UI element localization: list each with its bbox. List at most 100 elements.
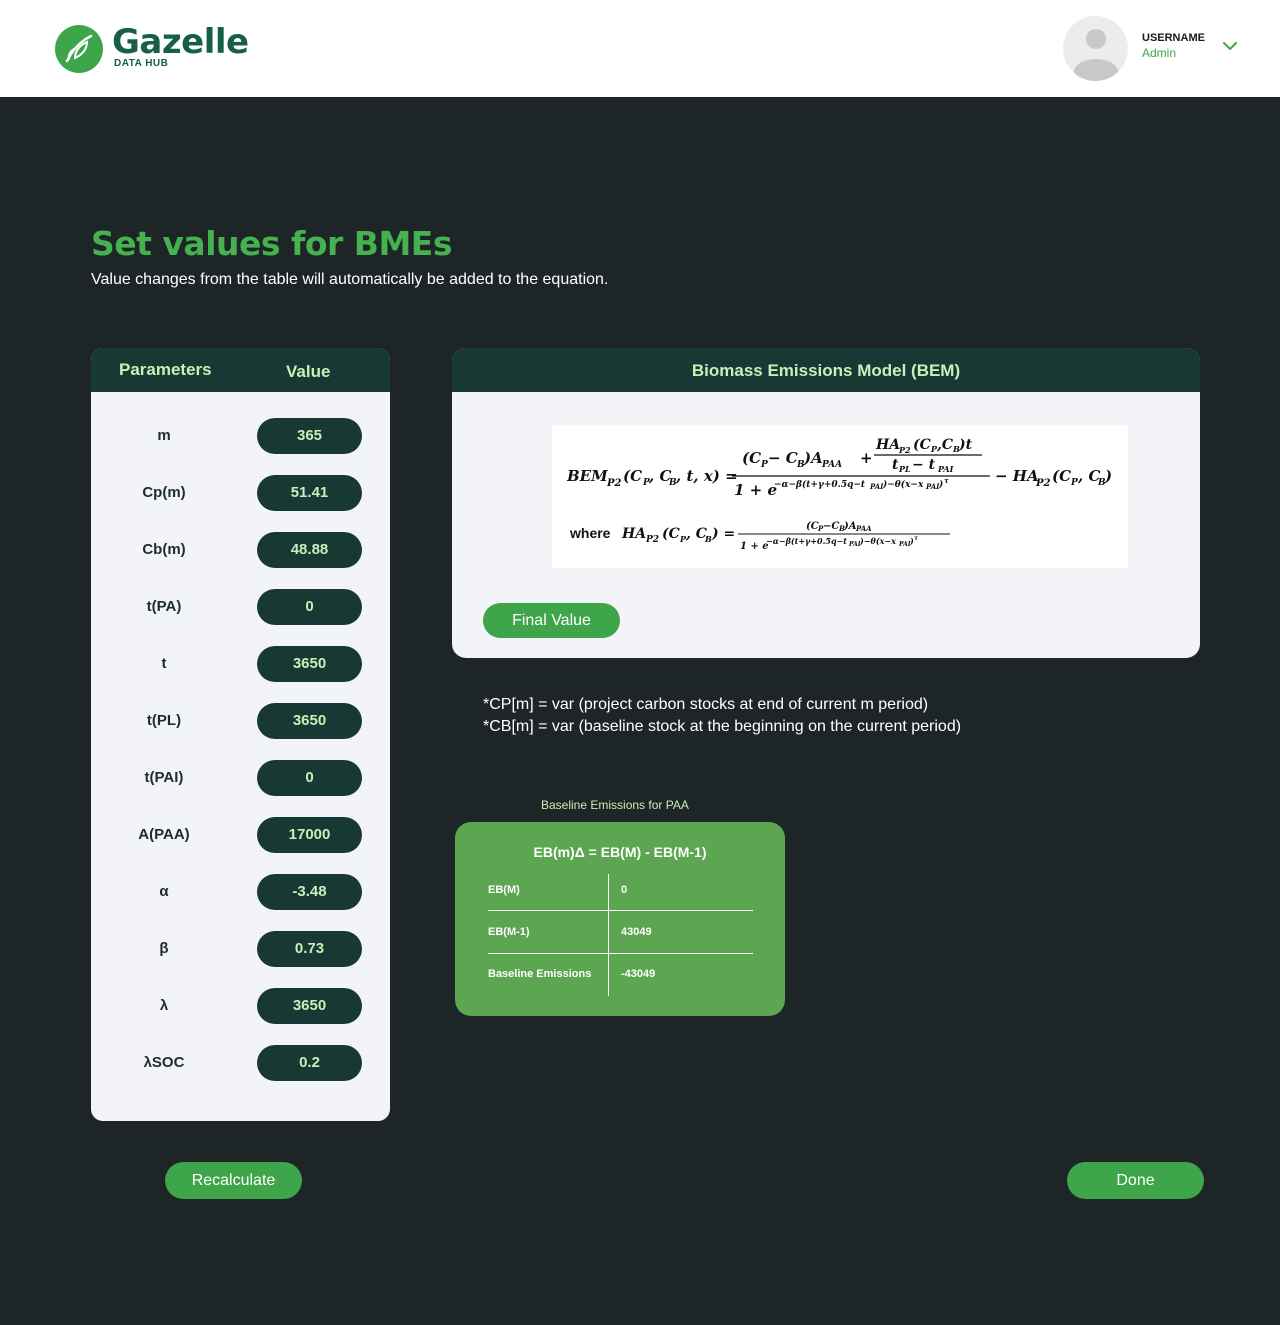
- parameter-row: m 365: [91, 418, 390, 454]
- parameter-row: λSOC 0.2: [91, 1045, 390, 1081]
- parameter-value-input[interactable]: 0.73: [257, 931, 362, 967]
- svg-text:BEM: BEM: [566, 467, 608, 485]
- parameter-value-input[interactable]: 3650: [257, 988, 362, 1024]
- table-divider-horizontal: [488, 910, 753, 911]
- parameter-value-input[interactable]: -3.48: [257, 874, 362, 910]
- svg-text:(C: (C: [662, 526, 680, 542]
- parameter-value-input[interactable]: 51.41: [257, 475, 362, 511]
- svg-text:(C: (C: [1052, 467, 1071, 485]
- parameter-label: t(PA): [146, 598, 182, 615]
- recalculate-button[interactable]: Recalculate: [165, 1162, 302, 1199]
- parameter-value-input[interactable]: 3650: [257, 646, 362, 682]
- parameter-label: Cp(m): [142, 484, 186, 501]
- svg-text:PAA: PAA: [855, 524, 872, 533]
- svg-text:(C: (C: [913, 437, 931, 453]
- svg-text:): ): [1104, 467, 1112, 485]
- parameter-row: λ 3650: [91, 988, 390, 1024]
- svg-text:PAI: PAI: [925, 482, 940, 491]
- baseline-row-label: EB(M): [488, 884, 520, 896]
- svg-text:PL: PL: [898, 464, 911, 474]
- parameter-value-input[interactable]: 0: [257, 760, 362, 796]
- baseline-row-value: -43049: [621, 968, 656, 980]
- parameter-value-input[interactable]: 17000: [257, 817, 362, 853]
- parameter-label: α: [159, 883, 169, 900]
- svg-text:−α−β(t+γ+0.5q−t: −α−β(t+γ+0.5q−t: [766, 536, 847, 546]
- svg-text:): ): [938, 479, 943, 490]
- svg-text:+: +: [860, 449, 873, 467]
- parameter-row: Cp(m) 51.41: [91, 475, 390, 511]
- parameter-value-input[interactable]: 48.88: [257, 532, 362, 568]
- svg-text:τ: τ: [914, 535, 919, 542]
- baseline-row-value: 43049: [621, 926, 652, 938]
- top-bar: Gazelle DATA HUB USERNAME Admin: [0, 0, 1280, 97]
- svg-text:(C: (C: [742, 449, 761, 467]
- parameter-label: m: [157, 427, 171, 444]
- baseline-equation: EB(m)Δ = EB(M) - EB(M-1): [533, 844, 707, 860]
- svg-text:, t, x) =: , t, x) =: [675, 467, 738, 485]
- svg-text:HA: HA: [621, 526, 646, 542]
- svg-text:PAI: PAI: [848, 541, 861, 548]
- baseline-row-value: 0: [621, 884, 628, 896]
- baseline-emissions-card: EB(m)Δ = EB(M) - EB(M-1) EB(M) 0 EB(M-1)…: [455, 822, 785, 1016]
- parameter-label: β: [159, 940, 169, 957]
- parameters-column-header: Parameters: [119, 360, 212, 379]
- final-value-button[interactable]: Final Value: [483, 603, 620, 638]
- parameters-header: Parameters Value: [91, 348, 390, 392]
- done-button[interactable]: Done: [1067, 1162, 1204, 1199]
- baseline-row-label: Baseline Emissions: [488, 968, 592, 980]
- baseline-title: Baseline Emissions for PAA: [541, 798, 689, 812]
- user-silhouette-icon: [1074, 29, 1118, 81]
- brand-subtitle: DATA HUB: [114, 58, 169, 69]
- parameter-label: λ: [159, 997, 169, 1014]
- svg-text:PAA: PAA: [821, 460, 842, 470]
- svg-text:P2: P2: [898, 445, 911, 455]
- parameter-label: A(PAA): [138, 826, 190, 843]
- parameter-label: t: [161, 655, 167, 672]
- user-role-label: Admin: [1142, 46, 1177, 60]
- svg-text:PAI: PAI: [898, 541, 911, 548]
- parameters-panel: Parameters Value m 365 Cp(m) 51.41 Cb(m) 48.8…: [91, 348, 390, 1121]
- parameter-row: t(PA) 0: [91, 589, 390, 625]
- svg-text:PAI: PAI: [937, 464, 954, 474]
- svg-text:B: B: [704, 534, 712, 544]
- svg-text:)A: )A: [803, 449, 823, 467]
- note-cp: *CP[m] = var (project carbon stocks at e…: [483, 696, 929, 713]
- chevron-down-icon[interactable]: [1222, 38, 1238, 54]
- bem-formula: BEM P2 (C P , C B , t, x) = (C P − C B )…: [552, 425, 1128, 568]
- formula-where-label: where: [569, 525, 611, 541]
- parameter-row: t(PAI) 0: [91, 760, 390, 796]
- svg-text:P: P: [760, 460, 768, 470]
- parameter-value-input[interactable]: 0: [257, 589, 362, 625]
- svg-text:− C: − C: [768, 449, 798, 467]
- svg-text:P2: P2: [1035, 478, 1051, 489]
- svg-text:P2: P2: [645, 535, 659, 545]
- parameter-value-input[interactable]: 0.2: [257, 1045, 362, 1081]
- svg-text:, C: , C: [685, 526, 707, 542]
- svg-text:t: t: [892, 457, 899, 473]
- parameter-row: t(PL) 3650: [91, 703, 390, 739]
- parameter-row: A(PAA) 17000: [91, 817, 390, 853]
- parameter-row: Cb(m) 48.88: [91, 532, 390, 568]
- svg-text:τ: τ: [944, 476, 949, 485]
- parameter-label: λSOC: [143, 1054, 185, 1071]
- svg-text:, C: , C: [648, 467, 671, 485]
- parameter-row: t 3650: [91, 646, 390, 682]
- parameter-row: β 0.73: [91, 931, 390, 967]
- baseline-row-label: EB(M-1): [488, 926, 530, 938]
- parameter-value-input[interactable]: 3650: [257, 703, 362, 739]
- svg-text:−α−β(t+γ+0.5q−t: −α−β(t+γ+0.5q−t: [774, 479, 866, 490]
- parameter-value-input[interactable]: 365: [257, 418, 362, 454]
- gazelle-leaf-logo-icon: [55, 25, 103, 73]
- avatar[interactable]: [1063, 16, 1128, 81]
- svg-text:1 + e: 1 + e: [734, 481, 777, 499]
- table-divider-horizontal: [488, 953, 753, 954]
- svg-text:1 + e: 1 + e: [740, 541, 769, 552]
- svg-text:)−θ(x−x: )−θ(x−x: [882, 479, 924, 490]
- svg-text:)t: )t: [958, 437, 973, 453]
- parameter-label: Cb(m): [142, 541, 186, 558]
- table-divider-vertical: [608, 874, 609, 996]
- svg-text:P: P: [1070, 478, 1078, 488]
- svg-text:)−θ(x−x: )−θ(x−x: [859, 536, 896, 546]
- svg-text:PAI: PAI: [869, 482, 884, 491]
- parameter-label: t(PL): [146, 712, 182, 729]
